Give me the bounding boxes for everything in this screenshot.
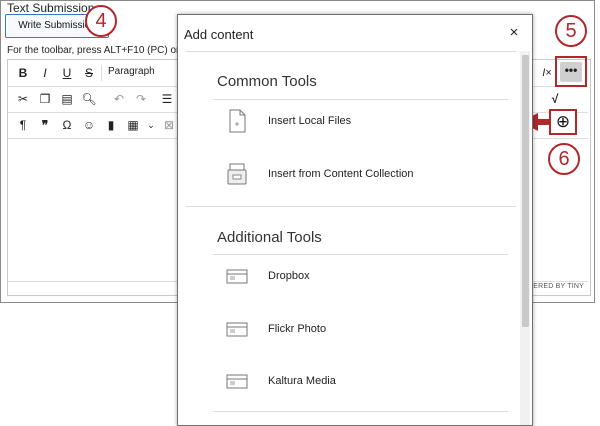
callout-step-6: 6 <box>548 143 580 175</box>
strikethrough-button[interactable]: S <box>80 65 98 81</box>
toolbar-divider <box>101 65 102 81</box>
tool-dropbox[interactable]: Dropbox <box>218 260 508 300</box>
align-left-icon[interactable]: ☰ <box>158 91 176 107</box>
chevron-down-icon[interactable]: ⌄ <box>142 117 160 133</box>
group-title-common-tools: Common Tools <box>217 73 317 90</box>
callout-step-5: 5 <box>555 15 587 47</box>
add-content-plus-icon[interactable]: ⊕ <box>553 112 573 132</box>
paste-icon[interactable]: ▤ <box>58 91 76 107</box>
tool-insert-from-content-collection[interactable]: Insert from Content Collection <box>218 158 508 198</box>
callout-step-4: 4 <box>85 5 117 37</box>
search-icon[interactable]: 🔍︎ <box>80 91 98 107</box>
underline-button[interactable]: U <box>58 65 76 81</box>
window-icon <box>226 374 248 389</box>
content-collection-icon <box>227 163 247 185</box>
tool-kaltura-media[interactable]: Kaltura Media <box>218 365 508 405</box>
bold-button[interactable]: B <box>14 65 32 81</box>
paragraph-mark-icon[interactable]: ¶ <box>14 117 32 133</box>
undo-icon[interactable]: ↶ <box>110 91 128 107</box>
dialog-divider <box>186 51 516 52</box>
table-icon[interactable]: ▦ <box>124 117 142 133</box>
tool-label: Kaltura Media <box>268 375 336 387</box>
window-icon <box>226 322 248 337</box>
copy-icon[interactable]: ❐ <box>36 91 54 107</box>
toolbar-hint: For the toolbar, press ALT+F10 (PC) or A… <box>7 45 194 56</box>
tool-label: Dropbox <box>268 270 310 282</box>
redo-icon[interactable]: ↷ <box>132 91 150 107</box>
tool-label: Insert Local Files <box>268 115 352 127</box>
cut-icon[interactable]: ✂ <box>14 91 32 107</box>
highlight-box-more <box>555 56 587 87</box>
tool-insert-local-files[interactable]: Insert Local Files <box>218 105 508 145</box>
group-divider <box>213 99 508 100</box>
add-content-dialog: Add content × Common Tools Insert Local … <box>177 14 533 426</box>
special-character-icon[interactable]: Ω <box>58 117 76 133</box>
tool-label: Flickr Photo <box>268 323 327 335</box>
group-title-additional-tools: Additional Tools <box>217 229 322 246</box>
italic-button[interactable]: I <box>36 65 54 81</box>
window-icon <box>226 269 248 284</box>
section-divider <box>186 206 516 207</box>
tool-label: Insert from Content Collection <box>268 168 414 180</box>
close-icon[interactable]: × <box>506 25 522 41</box>
group-divider <box>213 411 508 412</box>
emoji-icon[interactable]: ☺ <box>80 117 98 133</box>
pointer-arrow-tail <box>537 119 549 125</box>
section-title: Text Submission <box>7 1 95 15</box>
group-divider <box>213 254 508 255</box>
file-icon <box>229 109 246 133</box>
clear-formatting-button[interactable]: I× <box>538 65 556 81</box>
blockquote-icon[interactable]: ❞ <box>36 117 54 133</box>
dialog-title: Add content <box>184 27 254 42</box>
paragraph-select[interactable]: Paragraph <box>108 66 155 77</box>
scrollbar-thumb[interactable] <box>522 55 529 327</box>
math-icon[interactable]: √ <box>546 91 564 107</box>
tool-flickr-photo[interactable]: Flickr Photo <box>218 313 508 353</box>
bookmark-icon[interactable]: ▮ <box>102 117 120 133</box>
delete-table-icon[interactable]: ⊠ <box>160 117 178 133</box>
powered-by-label: WERED BY TINY <box>526 283 584 290</box>
